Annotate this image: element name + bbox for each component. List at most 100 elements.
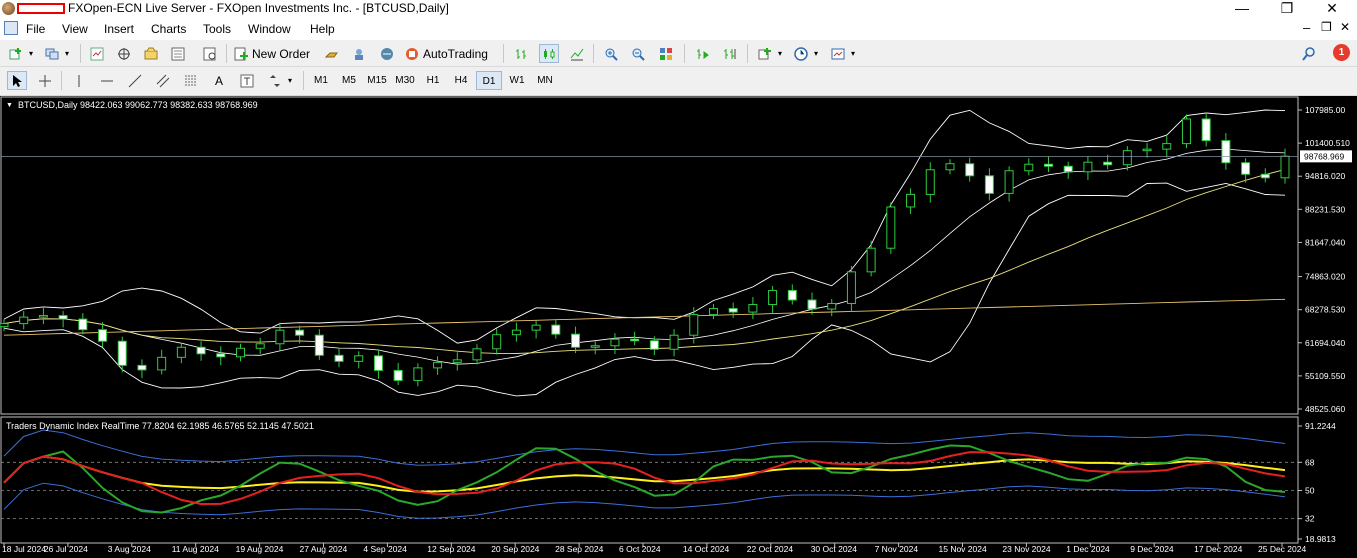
candle-body [1241,162,1251,175]
templates-icon[interactable] [828,44,848,63]
date-tick-label: 27 Aug 2024 [300,544,348,554]
menu-charts[interactable]: Charts [151,22,186,36]
date-tick-label: 19 Aug 2024 [236,544,284,554]
candle-body [571,333,581,348]
date-tick-label: 26 Jul 2024 [44,544,88,554]
periods-dropdown-icon[interactable]: ▾ [811,44,821,63]
navigator-icon[interactable] [114,44,134,63]
crosshair-icon[interactable] [35,71,55,90]
indicator-tick-label: 18.9813 [1305,534,1336,544]
window-title: FXOpen-ECN Live Server - FXOpen Investme… [68,1,449,15]
candle-body [1063,165,1073,173]
horizontal-line-icon[interactable] [97,71,117,90]
signals-icon[interactable] [349,44,369,63]
candle-body [393,369,403,381]
timeframe-mn[interactable]: MN [532,71,558,90]
cursor-icon[interactable] [7,71,27,90]
timeframe-d1[interactable]: D1 [476,71,502,90]
chart-collapse-icon[interactable]: ▼ [6,102,13,109]
mdi-minimize-button[interactable]: – [1303,20,1310,35]
timeframe-h1[interactable]: H1 [420,71,446,90]
chart-shift-icon[interactable] [720,44,740,63]
maximize-button[interactable]: ❐ [1264,0,1310,18]
menu-help[interactable]: Help [310,22,335,36]
metaeditor-icon[interactable] [377,44,397,63]
indicators-icon[interactable] [755,44,775,63]
search-icon[interactable] [1299,44,1319,63]
notifications-badge[interactable]: 1 [1333,44,1350,61]
templates-dropdown-icon[interactable]: ▾ [848,44,858,63]
trendline-icon[interactable] [125,71,145,90]
toolbar-separator [503,44,504,63]
new-chart-icon[interactable] [6,44,26,63]
candle-body [1142,148,1152,152]
menu-tools[interactable]: Tools [203,22,231,36]
candle-body [433,361,443,369]
indicators-dropdown-icon[interactable]: ▾ [775,44,785,63]
line-chart-icon[interactable] [567,44,587,63]
text-icon[interactable] [237,71,257,90]
autotrading-label: AutoTrading [423,46,488,61]
candle-body [866,247,876,273]
periods-clock-icon[interactable] [791,44,811,63]
new-order-button[interactable]: New Order [234,44,314,63]
timeframe-m1[interactable]: M1 [308,71,334,90]
vertical-line-icon[interactable] [69,71,89,90]
auto-scroll-icon[interactable] [693,44,713,63]
arrows-dropdown-icon[interactable]: ▾ [285,71,295,90]
arrows-icon[interactable] [265,71,285,90]
mdi-close-button[interactable]: ✕ [1340,20,1350,34]
chart-window-icon[interactable] [4,21,18,35]
profiles-icon[interactable] [42,44,62,63]
equidistant-channel-icon[interactable] [153,71,173,90]
price-chart[interactable]: 107985.00 101400.510 94816.020 88231.530 816… [0,96,1357,558]
candle-body [965,163,975,177]
candlestick-chart-icon[interactable] [539,44,559,63]
indicator-tick-label: 50 [1305,485,1315,495]
date-tick-label: 22 Oct 2024 [747,544,794,554]
menu-bar: File View Insert Charts Tools Window Hel… [0,18,1357,40]
candle-body [708,308,718,316]
market-watch-icon[interactable] [87,44,107,63]
mdi-restore-button[interactable]: ❐ [1321,20,1332,34]
profiles-dropdown-icon[interactable]: ▾ [62,44,72,63]
candle-body [78,318,88,331]
zoom-out-icon[interactable] [628,44,648,63]
menu-window[interactable]: Window [248,22,291,36]
toolbar-separator [684,44,685,63]
strategy-tester-icon[interactable] [200,44,220,63]
timeframe-h4[interactable]: H4 [448,71,474,90]
candle-body [295,329,305,336]
zoom-in-icon[interactable] [601,44,621,63]
timeframe-m5[interactable]: M5 [336,71,362,90]
candle-body [1201,118,1211,142]
date-tick-label: 6 Oct 2024 [619,544,661,554]
terminal-icon[interactable] [168,44,188,63]
candle-body [58,315,68,320]
autotrading-button[interactable]: AutoTrading [405,44,497,63]
indicator-tick-label: 68 [1305,457,1315,467]
menu-view[interactable]: View [62,22,88,36]
candle-body [98,329,108,342]
tile-windows-icon[interactable] [656,44,676,63]
close-button[interactable]: ✕ [1309,0,1355,18]
timeframe-m15[interactable]: M15 [364,71,390,90]
date-tick-label: 23 Nov 2024 [1002,544,1050,554]
candle-body [413,367,423,381]
candle-body [748,304,758,313]
data-window-icon[interactable] [141,44,161,63]
toolbar-separator [80,44,81,63]
timeframe-m30[interactable]: M30 [392,71,418,90]
gold-bars-icon[interactable] [322,44,342,63]
fibonacci-icon[interactable] [181,71,201,90]
chart-window[interactable]: 107985.00 101400.510 94816.020 88231.530 816… [0,96,1357,558]
menu-insert[interactable]: Insert [104,22,134,36]
toolbar-separator [747,44,748,63]
new-chart-dropdown-icon[interactable]: ▾ [26,44,36,63]
bar-chart-icon[interactable] [512,44,532,63]
menu-file[interactable]: File [26,22,45,36]
text-label-icon[interactable]: A [209,71,229,90]
timeframe-w1[interactable]: W1 [504,71,530,90]
minimize-button[interactable]: — [1219,0,1265,18]
title-bar: FXOpen-ECN Live Server - FXOpen Investme… [0,0,1357,18]
